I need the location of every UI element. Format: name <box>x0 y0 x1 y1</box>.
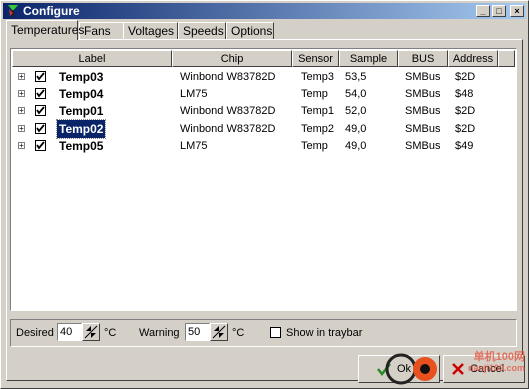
row-sensor: Temp3 <box>301 71 335 83</box>
row-address: $49 <box>455 140 474 152</box>
row-checkbox[interactable] <box>35 123 46 134</box>
row-checkbox[interactable] <box>35 88 46 99</box>
row-address: $48 <box>455 88 474 100</box>
row-sensor: Temp <box>301 88 328 100</box>
spin-arrows-icon <box>84 325 98 339</box>
row-chip: Winbond W83782D <box>180 123 276 135</box>
desired-unit: °C <box>104 327 117 339</box>
row-chip: Winbond W83782D <box>180 105 276 117</box>
row-label: Temp05 <box>59 139 104 153</box>
tab-speeds[interactable]: Speeds <box>178 22 226 39</box>
row-chip: LM75 <box>180 88 208 100</box>
table-row[interactable]: + Temp05 LM75 Temp 49,0 SMBus $49 <box>12 137 515 155</box>
expand-icon[interactable]: + <box>18 90 25 98</box>
show-in-traybar-checkbox[interactable] <box>270 327 281 338</box>
desired-spin-button[interactable] <box>82 323 100 341</box>
row-bus: SMBus <box>405 123 441 135</box>
watermark-line1: 单机100网 <box>473 351 525 363</box>
row-label: Temp01 <box>59 104 104 118</box>
list-header: Label Chip Sensor Sample BUS Address <box>12 50 515 67</box>
close-button[interactable]: × <box>510 5 524 17</box>
show-in-traybar-label: Show in traybar <box>286 327 363 339</box>
maximize-button[interactable]: □ <box>492 5 506 17</box>
tab-voltages[interactable]: Voltages <box>123 22 178 39</box>
table-row[interactable]: + Temp02 Winbond W83782D Temp2 49,0 SMBu… <box>12 119 515 139</box>
minimize-button[interactable]: _ <box>476 5 490 17</box>
title-bar[interactable]: Configure _ □ × <box>3 3 526 19</box>
row-address: $2D <box>455 71 476 83</box>
expand-icon[interactable]: + <box>18 142 25 150</box>
spin-arrows-icon <box>212 325 226 339</box>
warning-unit: °C <box>232 327 245 339</box>
row-label: Temp03 <box>59 70 104 84</box>
row-sample: 53,5 <box>345 71 367 83</box>
sensor-list[interactable]: Label Chip Sensor Sample BUS Address + T… <box>10 48 517 311</box>
row-bus: SMBus <box>405 71 441 83</box>
column-header-chip[interactable]: Chip <box>172 50 292 67</box>
row-address: $2D <box>455 123 476 135</box>
row-sample: 49,0 <box>345 123 367 135</box>
watermark-line2: danji100.com <box>467 363 525 373</box>
row-sample: 54,0 <box>345 88 367 100</box>
table-row[interactable]: + Temp04 LM75 Temp 54,0 SMBus $48 <box>12 85 515 103</box>
row-chip: Winbond W83782D <box>180 71 276 83</box>
window-title: Configure <box>23 4 80 18</box>
warning-label: Warning <box>139 327 180 339</box>
warning-input[interactable]: 50 <box>185 323 210 341</box>
row-label: Temp02 <box>55 119 107 139</box>
column-header-filler <box>498 50 515 67</box>
row-checkbox[interactable] <box>35 71 46 82</box>
desired-input[interactable]: 40 <box>57 323 82 341</box>
app-icon <box>6 4 20 18</box>
expand-icon[interactable]: + <box>18 107 25 115</box>
row-checkbox[interactable] <box>35 105 46 116</box>
table-row[interactable]: + Temp01 Winbond W83782D Temp1 52,0 SMBu… <box>12 102 515 120</box>
row-checkbox[interactable] <box>35 140 46 151</box>
expand-icon[interactable]: + <box>18 125 25 133</box>
row-sample: 52,0 <box>345 105 367 117</box>
warning-spin-button[interactable] <box>210 323 228 341</box>
expand-icon[interactable]: + <box>18 73 25 81</box>
row-label: Temp04 <box>59 87 104 101</box>
column-header-sensor[interactable]: Sensor <box>292 50 339 67</box>
desired-label: Desired <box>16 327 54 339</box>
row-sensor: Temp <box>301 140 328 152</box>
watermark-text: 单机100网 danji100.com <box>468 352 525 374</box>
table-row[interactable]: + Temp03 Winbond W83782D Temp3 53,5 SMBu… <box>12 68 515 86</box>
tab-fans[interactable]: Fans <box>79 22 124 39</box>
row-chip: LM75 <box>180 140 208 152</box>
row-sensor: Temp1 <box>301 105 335 117</box>
row-sensor: Temp2 <box>301 123 335 135</box>
column-header-bus[interactable]: BUS <box>398 50 448 67</box>
row-bus: SMBus <box>405 88 441 100</box>
row-bus: SMBus <box>405 140 441 152</box>
column-header-label[interactable]: Label <box>12 50 172 67</box>
watermark-logo-icon <box>385 353 437 385</box>
column-header-address[interactable]: Address <box>448 50 498 67</box>
row-sample: 49,0 <box>345 140 367 152</box>
row-bus: SMBus <box>405 105 441 117</box>
cancel-x-icon <box>452 363 464 375</box>
tab-options[interactable]: Options <box>226 22 274 39</box>
column-header-sample[interactable]: Sample <box>339 50 398 67</box>
row-address: $2D <box>455 105 476 117</box>
tab-temperatures[interactable]: Temperatures <box>6 20 84 40</box>
